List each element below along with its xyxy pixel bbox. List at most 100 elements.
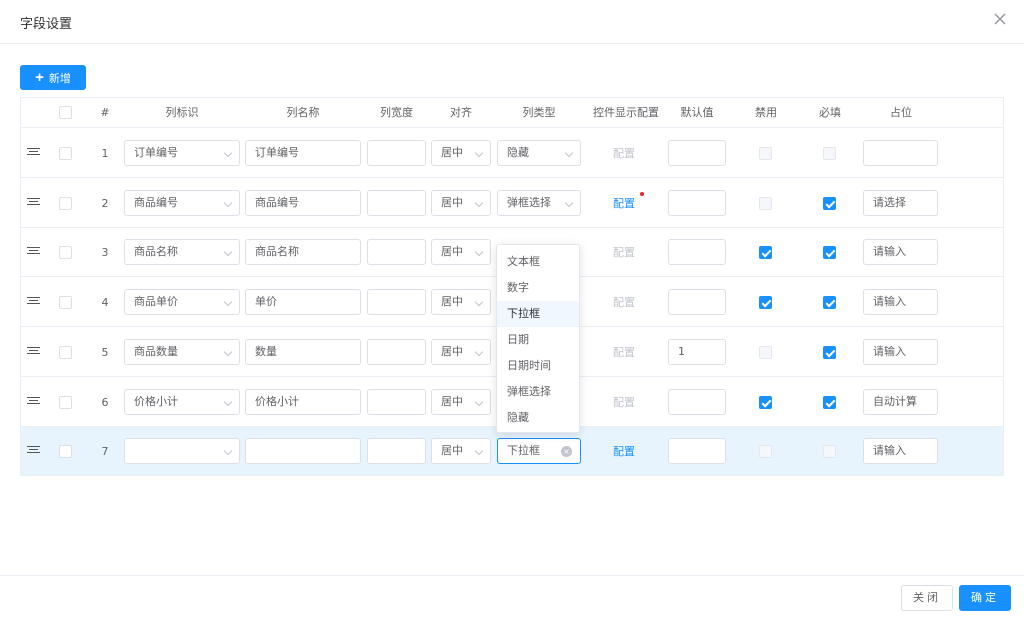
col-name-input[interactable]: [245, 438, 361, 465]
field-id-select[interactable]: 商品数量: [124, 338, 240, 365]
default-value-input[interactable]: [668, 239, 726, 266]
placeholder-input[interactable]: 请输入: [863, 338, 938, 365]
chevron-down-icon: [474, 446, 484, 456]
required-checkbox[interactable]: [823, 345, 836, 359]
default-value-input[interactable]: [668, 189, 726, 216]
dropdown-option[interactable]: 日期时间: [497, 353, 579, 379]
align-select[interactable]: 居中: [431, 189, 491, 216]
align-select[interactable]: 居中: [431, 338, 491, 365]
confirm-button[interactable]: 确定: [959, 585, 1011, 611]
default-value-input[interactable]: [668, 289, 726, 316]
field-id-select[interactable]: 订单编号: [124, 140, 240, 166]
disabled-checkbox[interactable]: [759, 246, 772, 260]
default-value-input[interactable]: [668, 388, 726, 415]
col-name-input[interactable]: 数量: [245, 338, 361, 365]
row-checkbox[interactable]: [59, 246, 72, 260]
dropdown-option[interactable]: 隐藏: [497, 405, 579, 431]
field-id-select[interactable]: 价格小计: [124, 388, 240, 415]
align-select[interactable]: 居中: [431, 239, 491, 266]
drag-handle-icon[interactable]: [27, 297, 40, 308]
chevron-down-icon: [223, 248, 233, 257]
col-width-input[interactable]: [367, 289, 426, 316]
drag-handle-icon[interactable]: [27, 247, 40, 258]
dropdown-option[interactable]: 数字: [497, 275, 579, 301]
disabled-checkbox[interactable]: [759, 395, 772, 409]
align-select[interactable]: 居中: [431, 388, 491, 415]
disabled-checkbox: [759, 345, 772, 359]
config-dot-badge: [640, 191, 644, 196]
clear-icon[interactable]: ×: [561, 446, 572, 458]
row-checkbox[interactable]: [59, 296, 72, 310]
col-name-input[interactable]: 商品编号: [245, 189, 361, 216]
dropdown-option[interactable]: 文本框: [497, 249, 579, 275]
align-select[interactable]: 居中: [431, 140, 491, 166]
required-checkbox[interactable]: [823, 395, 836, 409]
chevron-down-icon: [474, 198, 484, 207]
disabled-checkbox: [759, 196, 772, 210]
row-checkbox[interactable]: [59, 196, 72, 210]
col-width-input[interactable]: [367, 388, 426, 415]
placeholder-input[interactable]: 请输入: [863, 239, 938, 266]
drag-handle-icon[interactable]: [27, 396, 40, 408]
field-id-value: 商品名称: [134, 245, 178, 259]
row-checkbox[interactable]: [59, 345, 72, 359]
required-checkbox[interactable]: [823, 296, 836, 310]
align-select[interactable]: 居中: [431, 438, 491, 465]
table-row: 7 居中 下拉框 × 配置 请输入: [21, 427, 1003, 477]
disabled-checkbox[interactable]: [759, 296, 772, 310]
table-row: 2 商品编号 商品编号 居中 弹框选择 配置 请选择: [21, 178, 1003, 228]
col-name-input[interactable]: 商品名称: [245, 239, 361, 266]
close-button[interactable]: 关闭: [901, 585, 953, 611]
drag-handle-icon[interactable]: [27, 346, 40, 358]
col-name-input[interactable]: 价格小计: [245, 388, 361, 415]
close-icon[interactable]: [992, 11, 1008, 27]
select-all-checkbox[interactable]: [59, 106, 72, 119]
col-type-select[interactable]: 下拉框 ×: [497, 438, 581, 465]
field-id-select[interactable]: [124, 438, 240, 465]
chevron-down-icon: [223, 446, 233, 456]
col-name-input[interactable]: 订单编号: [245, 140, 361, 166]
field-id-select[interactable]: 商品单价: [124, 289, 240, 316]
col-width-input[interactable]: [367, 140, 426, 166]
drag-handle-icon[interactable]: [27, 148, 40, 159]
placeholder-input[interactable]: [863, 140, 938, 166]
default-value-input[interactable]: 1: [668, 338, 726, 365]
row-checkbox[interactable]: [59, 445, 72, 459]
required-checkbox[interactable]: [823, 196, 836, 210]
field-id-value: 价格小计: [134, 394, 178, 408]
config-link: 配置: [613, 345, 635, 359]
drag-handle-icon[interactable]: [27, 197, 40, 209]
dropdown-option[interactable]: 下拉框: [497, 301, 579, 327]
default-value-input[interactable]: [668, 140, 726, 166]
field-id-select[interactable]: 商品编号: [124, 189, 240, 216]
config-link[interactable]: 配置: [589, 179, 659, 228]
config-link: 配置: [613, 246, 635, 260]
placeholder-input[interactable]: 自动计算: [863, 388, 938, 415]
drag-handle-icon[interactable]: [27, 446, 40, 457]
add-button[interactable]: + 新增: [20, 65, 86, 90]
header-control-config: 控件显示配置: [593, 106, 659, 119]
chevron-down-icon: [223, 198, 233, 207]
required-checkbox[interactable]: [823, 246, 836, 260]
col-width-input[interactable]: [367, 438, 426, 465]
placeholder-input[interactable]: 请选择: [863, 189, 938, 216]
default-value-input[interactable]: [668, 438, 726, 465]
col-type-select[interactable]: 弹框选择: [497, 189, 581, 216]
align-select[interactable]: 居中: [431, 289, 491, 316]
header-default-value: 默认值: [680, 106, 714, 119]
col-width-input[interactable]: [367, 239, 426, 266]
col-width-input[interactable]: [367, 338, 426, 365]
dropdown-option[interactable]: 弹框选择: [497, 379, 579, 405]
col-name-input[interactable]: 单价: [245, 289, 361, 316]
dropdown-option[interactable]: 日期: [497, 327, 579, 353]
col-width-input[interactable]: [367, 189, 426, 216]
config-link[interactable]: 配置: [589, 427, 659, 476]
row-checkbox[interactable]: [59, 395, 72, 409]
field-id-select[interactable]: 商品名称: [124, 239, 240, 266]
placeholder-input[interactable]: 请输入: [863, 438, 938, 465]
row-checkbox[interactable]: [59, 147, 72, 160]
col-type-select[interactable]: 隐藏: [497, 140, 581, 166]
chevron-down-icon: [564, 148, 574, 158]
row-index: 4: [101, 296, 109, 310]
placeholder-input[interactable]: 请输入: [863, 289, 938, 316]
